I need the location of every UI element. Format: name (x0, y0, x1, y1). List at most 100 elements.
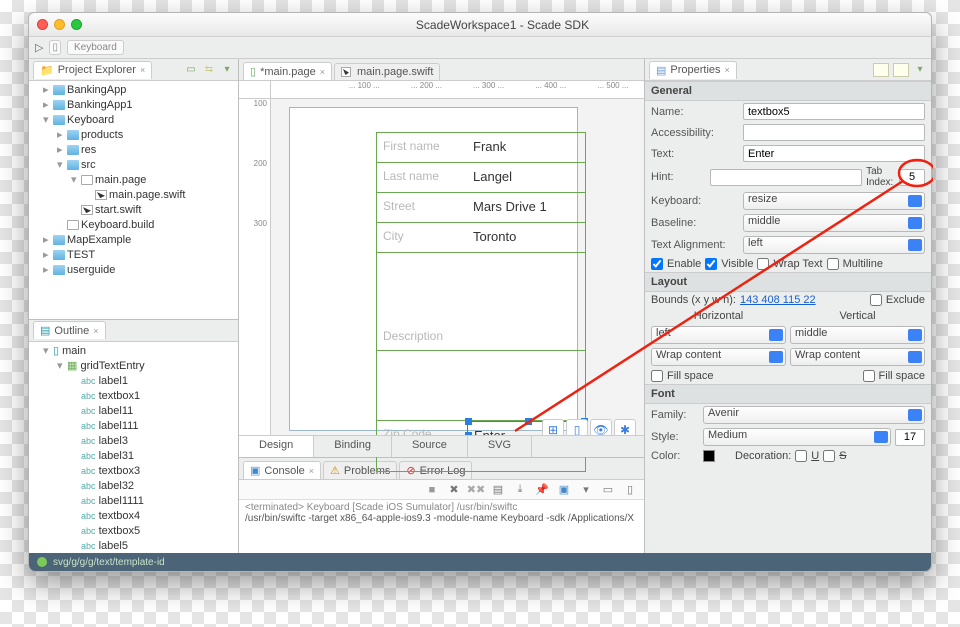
remove-launch-icon[interactable]: ✖ (446, 482, 462, 498)
scroll-lock-icon[interactable]: ⤓ (512, 482, 528, 498)
bounds-link[interactable]: 143 408 115 22 (740, 294, 816, 306)
terminate-icon[interactable]: ■ (424, 482, 440, 498)
new-view-icon[interactable] (873, 63, 889, 77)
tree-item[interactable]: label111 (99, 420, 139, 432)
multiline-checkbox[interactable] (827, 258, 839, 270)
textbox[interactable]: Toronto (467, 223, 585, 252)
tree-item[interactable]: start.swift (95, 204, 141, 216)
close-icon[interactable]: × (93, 326, 98, 336)
tree-item[interactable]: textbox1 (99, 390, 141, 402)
minimize-panel-icon[interactable]: ▭ (184, 63, 198, 77)
strike-checkbox[interactable] (823, 450, 835, 462)
tree-item[interactable]: src (81, 159, 96, 171)
tree-item[interactable]: Keyboard (67, 114, 114, 126)
font-size-input[interactable] (895, 429, 925, 446)
outline-tree[interactable]: ▾▯ main ▾▦ gridTextEntry abc label1abc t… (29, 342, 238, 554)
wrap-text-checkbox[interactable] (757, 258, 769, 270)
tree-item[interactable]: BankingApp1 (67, 99, 132, 111)
close-icon[interactable]: × (725, 65, 730, 75)
console-output[interactable]: <terminated> Keyboard [Scade iOS Sumulat… (239, 500, 644, 553)
device-icon[interactable]: ▯ (49, 40, 61, 55)
accessibility-input[interactable] (743, 124, 925, 141)
close-icon[interactable] (37, 19, 48, 30)
tree-item[interactable]: TEST (67, 249, 95, 261)
design-canvas[interactable]: ... 100 ...... 200 ...... 300 ...... 400… (239, 81, 644, 457)
tree-item[interactable]: label1111 (99, 495, 144, 507)
color-swatch[interactable] (703, 450, 715, 462)
h-size-select[interactable]: Wrap content (651, 348, 786, 366)
link-editor-icon[interactable]: ⇆ (202, 63, 216, 77)
textbox[interactable]: Mars Drive 1 (467, 193, 585, 222)
tree-item[interactable]: textbox4 (99, 510, 141, 522)
project-explorer-tab[interactable]: 📁 Project Explorer × (33, 61, 152, 79)
tree-item[interactable]: label31 (99, 450, 134, 462)
tree-item[interactable]: products (81, 129, 123, 141)
tree-item[interactable]: textbox5 (99, 525, 141, 537)
font-family-select[interactable]: Avenir (703, 406, 925, 424)
tab-index-input[interactable] (899, 169, 925, 186)
pin-console-icon[interactable]: 📌 (534, 482, 550, 498)
toolbar-keyboard-button[interactable]: Keyboard (67, 40, 124, 55)
tree-item[interactable]: label3 (99, 435, 128, 447)
ruler-left: 100200300 (239, 99, 271, 435)
close-icon[interactable]: × (309, 466, 314, 476)
editor-tab-main-page[interactable]: ▯*main.page× (243, 62, 332, 80)
tab-source[interactable]: Source (392, 436, 468, 457)
tree-item[interactable]: gridTextEntry (80, 360, 144, 372)
textbox[interactable]: Langel (467, 163, 585, 192)
font-style-select[interactable]: Medium (703, 428, 891, 446)
close-icon[interactable]: × (140, 65, 145, 75)
v-align-select[interactable]: middle (790, 326, 925, 344)
enable-checkbox[interactable] (651, 258, 663, 270)
zoom-icon[interactable] (71, 19, 82, 30)
close-icon[interactable]: × (320, 67, 325, 77)
open-console-icon[interactable]: ▾ (578, 482, 594, 498)
tab-design[interactable]: Design (239, 436, 314, 457)
tree-item[interactable]: main.page (95, 174, 146, 186)
baseline-select[interactable]: middle (743, 214, 925, 232)
remove-all-icon[interactable]: ✖✖ (468, 482, 484, 498)
keyboard-select[interactable]: resize (743, 192, 925, 210)
max-icon[interactable]: ▯ (622, 482, 638, 498)
view-menu-icon[interactable]: ▾ (220, 63, 234, 77)
tree-item[interactable]: main (62, 345, 86, 357)
tab-svg[interactable]: SVG (468, 436, 532, 457)
project-tree[interactable]: ▸BankingApp ▸BankingApp1 ▾Keyboard ▸prod… (29, 81, 238, 319)
tree-item[interactable]: main.page.swift (109, 189, 185, 201)
tree-item[interactable]: label1 (99, 375, 128, 387)
tree-item[interactable]: label32 (99, 480, 134, 492)
display-selected-icon[interactable]: ▣ (556, 482, 572, 498)
h-align-select[interactable]: left (651, 326, 786, 344)
minimize-icon[interactable] (54, 19, 65, 30)
exclude-checkbox[interactable] (870, 294, 882, 306)
run-icon[interactable]: ▷ (35, 41, 43, 54)
text-input[interactable] (743, 145, 925, 162)
name-input[interactable] (743, 103, 925, 120)
tree-item[interactable]: label5 (99, 540, 128, 552)
tab-binding[interactable]: Binding (314, 436, 392, 457)
outline-tab[interactable]: ▤ Outline × (33, 321, 106, 339)
console-tab[interactable]: ▣Console× (243, 461, 321, 479)
pin-icon[interactable] (893, 63, 909, 77)
view-menu-icon[interactable]: ▾ (913, 63, 927, 77)
v-fill-checkbox[interactable] (863, 370, 875, 382)
tree-item[interactable]: textbox3 (99, 465, 141, 477)
editor-tab-main-page-swift[interactable]: main.page.swift (334, 63, 440, 80)
tree-item[interactable]: Keyboard.build (81, 219, 154, 231)
min-icon[interactable]: ▭ (600, 482, 616, 498)
h-fill-checkbox[interactable] (651, 370, 663, 382)
hint-input[interactable] (710, 169, 862, 186)
underline-checkbox[interactable] (795, 450, 807, 462)
v-size-select[interactable]: Wrap content (790, 348, 925, 366)
text-align-select[interactable]: left (743, 236, 925, 254)
properties-tab[interactable]: ▤Properties× (649, 61, 737, 79)
tree-item[interactable]: userguide (67, 264, 115, 276)
textbox[interactable] (467, 253, 585, 350)
tree-item[interactable]: MapExample (67, 234, 131, 246)
visible-checkbox[interactable] (705, 258, 717, 270)
tree-item[interactable]: label11 (99, 405, 134, 417)
clear-console-icon[interactable]: ▤ (490, 482, 506, 498)
tree-item[interactable]: res (81, 144, 96, 156)
textbox[interactable]: Frank (467, 133, 585, 162)
tree-item[interactable]: BankingApp (67, 84, 126, 96)
